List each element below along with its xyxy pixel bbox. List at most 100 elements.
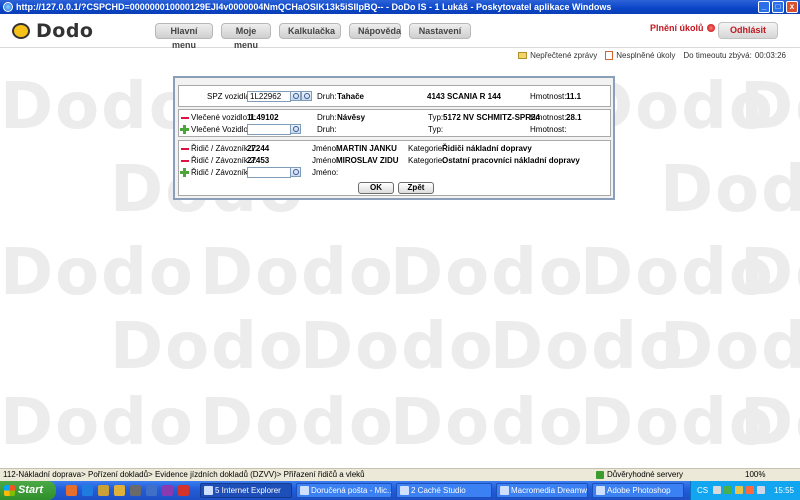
assign-drivers-dialog: SPZ vozidla: 1L22962 Druh: Tahače 4143 S… bbox=[173, 76, 615, 200]
taskbar-button-cache-studio[interactable]: 2 Caché Studio bbox=[396, 483, 492, 498]
bee-logo-icon bbox=[12, 23, 30, 39]
vehicle-model: 4143 SCANIA R 144 bbox=[427, 92, 501, 101]
nav-main-menu-button[interactable]: Hlavní menu bbox=[155, 23, 213, 50]
watermark-text: Dodo bbox=[740, 386, 800, 460]
task-completion-label: Plnění úkolů bbox=[650, 23, 704, 33]
red-dot-icon bbox=[706, 24, 715, 32]
watermark-text: Dodo bbox=[200, 236, 395, 310]
watermark-text: Dodo bbox=[390, 236, 585, 310]
driver-3-name-label: Jméno: bbox=[312, 168, 339, 177]
minimize-button[interactable]: _ bbox=[758, 1, 770, 13]
driver-2-name-label: Jméno: bbox=[312, 156, 339, 165]
timeout-label: Do timeoutu zbývá: bbox=[683, 51, 752, 60]
envelope-icon bbox=[518, 52, 528, 59]
driver-1-name: MARTIN JANKU bbox=[336, 144, 397, 153]
app-icon[interactable] bbox=[114, 485, 125, 496]
watermark-text: Dodo bbox=[0, 236, 195, 310]
add-driver-3-icon[interactable] bbox=[180, 168, 189, 177]
search-icon[interactable] bbox=[290, 91, 301, 101]
hmotnost-value: 11.1 bbox=[566, 92, 582, 101]
unfinished-tasks-link[interactable]: Nesplněné úkoly bbox=[605, 51, 675, 60]
driver-2-category: Ostatní pracovníci nákladní dopravy bbox=[442, 156, 580, 165]
internet-explorer-icon bbox=[3, 2, 13, 12]
driver-2-name: MIROSLAV ZIDU bbox=[336, 156, 399, 165]
watermark-text: Dodo bbox=[110, 310, 305, 384]
drivers-section: Řidič / Závozník 1: 27244 Jméno: MARTIN … bbox=[178, 140, 611, 196]
logo: Dodo bbox=[12, 20, 93, 42]
unread-messages-link[interactable]: Nepřečtené zprávy bbox=[518, 51, 597, 60]
security-zone-label: Důvěryhodné servery bbox=[607, 470, 684, 479]
tray-icon[interactable] bbox=[746, 486, 754, 494]
tray-icon[interactable] bbox=[757, 486, 765, 494]
watermark-text: Dodo bbox=[490, 310, 685, 384]
ie-icon[interactable] bbox=[82, 485, 93, 496]
breadcrumb: 112-Nákladní doprava> Pořízení dokladů> … bbox=[3, 470, 365, 479]
nav-help-button[interactable]: Nápověda bbox=[349, 23, 401, 39]
language-indicator[interactable]: CS bbox=[697, 481, 708, 500]
watermark-text: Dodo bbox=[200, 386, 395, 460]
hmotnost-label: Hmotnost: bbox=[530, 92, 567, 101]
ok-button[interactable]: OK bbox=[358, 182, 394, 194]
tray-icon[interactable] bbox=[735, 486, 743, 494]
main-nav: Hlavní menu Moje menu Kalkulačka Nápověd… bbox=[155, 23, 471, 50]
add-trailer-2-icon[interactable] bbox=[180, 125, 189, 134]
search-icon[interactable] bbox=[290, 167, 301, 177]
task-list-icon bbox=[605, 51, 614, 60]
maximize-button[interactable]: □ bbox=[772, 1, 784, 13]
watermark-text: Dodo bbox=[0, 386, 195, 460]
app-icon[interactable] bbox=[130, 485, 141, 496]
driver-3-input[interactable] bbox=[247, 167, 291, 178]
session-timeout: Do timeoutu zbývá: 00:03:26 bbox=[683, 51, 786, 60]
window-title-bar: http://127.0.0.1/?CSPCHD=000000010000129… bbox=[0, 0, 800, 14]
logout-button[interactable]: Odhlásit bbox=[718, 22, 778, 39]
timeout-value: 00:03:26 bbox=[754, 51, 786, 60]
trailer-1-hmotnost-label: Hmotnost: bbox=[530, 113, 567, 122]
logo-text: Dodo bbox=[36, 20, 94, 42]
search-icon[interactable] bbox=[290, 124, 301, 134]
spz-input[interactable]: 1L22962 bbox=[247, 91, 291, 102]
trailer-2-hmotnost-label: Hmotnost: bbox=[530, 125, 567, 134]
tray-icon[interactable] bbox=[724, 486, 732, 494]
system-tray: CS 15:55 bbox=[690, 481, 800, 500]
task-completion-link[interactable]: Plnění úkolů bbox=[650, 23, 715, 33]
taskbar-button-photoshop[interactable]: Adobe Photoshop bbox=[592, 483, 684, 498]
remove-driver-2-icon[interactable] bbox=[181, 160, 189, 162]
close-button[interactable]: x bbox=[786, 1, 798, 13]
unread-messages-label: Nepřečtené zprávy bbox=[530, 51, 598, 60]
watermark-text: Dodo bbox=[300, 310, 495, 384]
folder-icon[interactable] bbox=[98, 485, 109, 496]
browser-status-bar: 112-Nákladní doprava> Pořízení dokladů> … bbox=[0, 468, 800, 481]
remove-driver-1-icon[interactable] bbox=[181, 148, 189, 150]
app-icon[interactable] bbox=[178, 485, 189, 496]
nav-settings-button[interactable]: Nastavení bbox=[409, 23, 471, 39]
search-icon[interactable] bbox=[301, 91, 312, 101]
driver-1-category-label: Kategorie: bbox=[408, 144, 445, 153]
trailers-section: Vlečené vozidlo 1: 1L49102 Druh: Návěsy … bbox=[178, 109, 611, 137]
druh-label: Druh: bbox=[317, 92, 337, 101]
watermark-text: Dodo bbox=[660, 153, 800, 227]
spz-label: SPZ vozidla: bbox=[207, 92, 252, 101]
app-icon[interactable] bbox=[146, 485, 157, 496]
taskbar-button-outlook[interactable]: Doručená pošta - Mic... bbox=[296, 483, 392, 498]
vehicle-section: SPZ vozidla: 1L22962 Druh: Tahače 4143 S… bbox=[178, 85, 611, 107]
watermark-text: Dodo bbox=[0, 70, 195, 144]
trailer-2-typ-label: Typ: bbox=[428, 125, 444, 134]
trailer-2-input[interactable] bbox=[247, 124, 291, 135]
start-button[interactable]: Start bbox=[0, 481, 56, 500]
taskbar-button-ie[interactable]: 5 Internet Explorer bbox=[200, 483, 292, 498]
nav-calculator-button[interactable]: Kalkulačka bbox=[279, 23, 341, 39]
taskbar-button-dreamweaver[interactable]: Macromedia Dreamw... bbox=[496, 483, 588, 498]
remove-trailer-1-icon[interactable] bbox=[181, 117, 189, 119]
trailer-1-hmotnost-value: 28.1 bbox=[566, 113, 582, 122]
tray-icon[interactable] bbox=[713, 486, 721, 494]
watermark-text: Dodo bbox=[740, 236, 800, 310]
firefox-icon[interactable] bbox=[66, 485, 77, 496]
back-button[interactable]: Zpět bbox=[398, 182, 434, 194]
watermark-text: Dodo bbox=[660, 310, 800, 384]
driver-1-value: 27244 bbox=[247, 144, 270, 153]
watermark-text: Dodo bbox=[390, 386, 585, 460]
nav-my-menu-button[interactable]: Moje menu bbox=[221, 23, 271, 50]
app-icon[interactable] bbox=[162, 485, 173, 496]
zoom-level[interactable]: 100% bbox=[745, 469, 765, 481]
app-header: Dodo Hlavní menu Moje menu Kalkulačka Ná… bbox=[0, 14, 800, 50]
